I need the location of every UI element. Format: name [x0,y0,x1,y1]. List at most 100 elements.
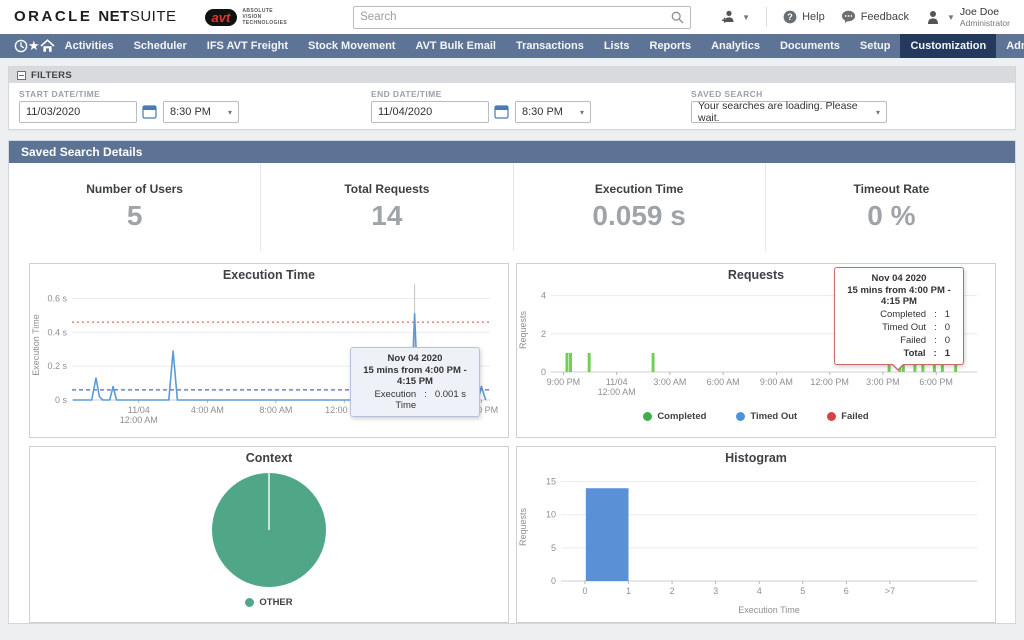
user-menu[interactable]: ▼ Joe Doe Administrator [925,6,1010,28]
svg-text:11/0412:00 AM: 11/0412:00 AM [120,405,158,425]
svg-text:5: 5 [800,586,805,596]
metric-total-requests: Total Requests 14 [261,163,513,251]
svg-text:4: 4 [541,291,546,301]
svg-text:8:00 AM: 8:00 AM [259,405,292,415]
svg-text:6:00 AM: 6:00 AM [707,377,740,387]
end-date-input[interactable]: 11/04/2020 [371,101,489,123]
execution-time-chart-card: Execution Time 0 s0.2 s0.4 s0.6 s11/0412… [29,263,509,438]
svg-text:15: 15 [546,477,556,487]
svg-text:0: 0 [582,586,587,596]
nav-item-avt-bulk-email[interactable]: AVT Bulk Email [405,34,505,58]
svg-text:3:00 PM: 3:00 PM [866,377,900,387]
timed-out-legend-dot [736,412,745,421]
svg-text:Execution Time: Execution Time [31,314,41,376]
svg-text:0.2 s: 0.2 s [47,361,67,371]
home-icon[interactable] [40,34,55,58]
context-chart-card: Context OTHER [29,446,509,623]
avt-logo-text: ABSOLUTE VISION TECHNOLOGIES [242,8,287,26]
nav-item-setup[interactable]: Setup [850,34,901,58]
filters-panel: FILTERS START DATE/TIME 11/03/2020 8:30 … [8,66,1016,130]
svg-text:1: 1 [626,586,631,596]
requests-tooltip: Nov 04 2020 15 mins from 4:00 PM - 4:15 … [834,267,964,365]
nav-item-reports[interactable]: Reports [640,34,702,58]
help-menu[interactable]: ? Help [783,10,825,24]
context-chart-title: Context [30,447,508,465]
caret-down-icon: ▾ [580,108,584,117]
roles-menu[interactable]: ▼ [721,10,750,24]
context-legend: OTHER [245,597,292,608]
svg-text:4:00 AM: 4:00 AM [191,405,224,415]
nav-item-scheduler[interactable]: Scheduler [124,34,197,58]
nav-item-lists[interactable]: Lists [594,34,640,58]
search-input[interactable] [360,11,671,23]
end-time-select[interactable]: 8:30 PM▾ [515,101,591,123]
recent-records-icon[interactable] [14,34,28,58]
saved-search-select[interactable]: Your searches are loading. Please wait.▾ [691,101,887,123]
svg-text:0 s: 0 s [55,395,68,405]
main-nav: ★ Activities Scheduler IFS AVT Freight S… [0,34,1024,58]
svg-text:9:00 PM: 9:00 PM [547,377,581,387]
feedback-label: Feedback [861,11,909,23]
svg-text:9:00 AM: 9:00 AM [760,377,793,387]
search-icon [671,11,684,24]
roles-icon [721,10,737,24]
top-bar: ORACLE NETSUITE avt ABSOLUTE VISION TECH… [0,0,1024,34]
svg-text:Requests: Requests [518,507,528,546]
svg-text:0: 0 [541,367,546,377]
nav-item-administration-controls[interactable]: Administration & Controls [996,34,1024,58]
svg-text:3: 3 [713,586,718,596]
start-time-select[interactable]: 8:30 PM▾ [163,101,239,123]
svg-text:6:00 PM: 6:00 PM [919,377,953,387]
oracle-wordmark: ORACLE [14,8,92,25]
nav-item-activities[interactable]: Activities [55,34,124,58]
caret-down-icon: ▼ [742,13,750,22]
other-legend-dot [245,598,254,607]
requests-legend: Completed Timed Out Failed [517,411,995,422]
user-role: Administrator [960,18,1010,28]
svg-text:10: 10 [546,510,556,520]
svg-text:Execution Time: Execution Time [738,605,800,615]
svg-text:6: 6 [844,586,849,596]
svg-text:0.4 s: 0.4 s [47,327,67,337]
saved-search-label: SAVED SEARCH [691,89,763,99]
nav-item-ifs-avt-freight[interactable]: IFS AVT Freight [197,34,298,58]
metric-number-of-users: Number of Users 5 [9,163,261,251]
start-date-input[interactable]: 11/03/2020 [19,101,137,123]
help-icon: ? [783,10,797,24]
user-name: Joe Doe [960,6,1010,18]
caret-down-icon: ▼ [947,13,955,22]
start-date-calendar-icon[interactable] [142,104,158,120]
avt-badge: avt [205,9,238,26]
metric-timeout-rate: Timeout Rate 0 % [766,163,1017,251]
page: ORACLE NETSUITE avt ABSOLUTE VISION TECH… [0,0,1024,640]
svg-text:>7: >7 [885,586,895,596]
divider [766,7,767,27]
nav-item-stock-movement[interactable]: Stock Movement [298,34,405,58]
oracle-netsuite-logo: ORACLE NETSUITE [14,8,177,26]
completed-legend-dot [643,412,652,421]
histogram-chart[interactable]: 0510150123456>7RequestsExecution Time [517,465,987,617]
nav-item-customization[interactable]: Customization [900,34,996,58]
collapse-filters-icon[interactable] [17,71,26,80]
end-datetime-label: END DATE/TIME [371,89,442,99]
nav-item-documents[interactable]: Documents [770,34,850,58]
shortcuts-star-icon[interactable]: ★ [28,34,40,58]
global-search[interactable] [353,6,691,29]
end-date-calendar-icon[interactable] [494,104,510,120]
requests-chart-card: Requests 0249:00 PM11/0412:00 AM3:00 AM6… [516,263,996,438]
context-pie-chart[interactable] [210,471,328,589]
svg-text:3:00 AM: 3:00 AM [653,377,686,387]
failed-legend-dot [827,412,836,421]
nav-item-transactions[interactable]: Transactions [506,34,594,58]
svg-text:0: 0 [551,576,556,586]
netsuite-wordmark-net: NET [98,8,130,25]
saved-search-details-title: Saved Search Details [9,141,1015,163]
saved-search-details-panel: Saved Search Details Number of Users 5 T… [8,140,1016,624]
histogram-chart-card: Histogram 0510150123456>7RequestsExecuti… [516,446,996,623]
histogram-chart-title: Histogram [517,447,995,465]
svg-text:?: ? [787,12,793,22]
feedback-menu[interactable]: Feedback [841,10,909,24]
avt-logo: avt ABSOLUTE VISION TECHNOLOGIES [205,8,288,26]
svg-text:11/0412:00 AM: 11/0412:00 AM [598,377,636,397]
nav-item-analytics[interactable]: Analytics [701,34,770,58]
